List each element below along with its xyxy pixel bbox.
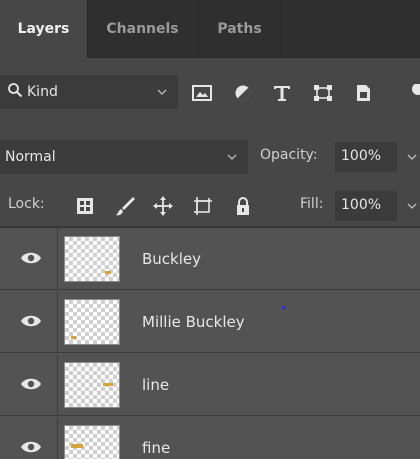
layer-filter-row: Kind [0, 58, 420, 128]
layer-row[interactable]: fine [0, 417, 420, 459]
row-divider [57, 291, 58, 353]
visibility-eye-icon[interactable] [20, 439, 42, 455]
image-filter-icon[interactable] [191, 84, 213, 102]
layer-row[interactable]: Millie Buckley [0, 291, 420, 353]
fill-input[interactable]: 100% [335, 191, 397, 221]
layer-thumbnail [64, 362, 120, 408]
layer-name[interactable]: fine [142, 417, 170, 459]
lock-transparent-pixels-icon[interactable] [74, 195, 96, 217]
visibility-eye-icon[interactable] [20, 250, 42, 266]
layer-row[interactable]: Buckley [0, 228, 420, 290]
row-divider [57, 354, 58, 416]
visibility-eye-icon[interactable] [20, 313, 42, 329]
panel-tab-bar: Layers Channels Paths [0, 0, 420, 58]
thumbnail-content [71, 444, 83, 448]
chevron-down-icon [157, 89, 167, 95]
visibility-eye-icon[interactable] [20, 376, 42, 392]
filter-kind-label: Kind [27, 84, 58, 100]
fill-label: Fill: [300, 196, 324, 212]
lock-position-icon[interactable] [152, 195, 174, 217]
tab-channels[interactable]: Channels [88, 0, 198, 58]
thumbnail-content [71, 336, 76, 339]
lock-row: Lock: Fill: 100% [0, 186, 420, 226]
search-icon [8, 83, 23, 98]
opacity-dropdown-icon[interactable] [404, 142, 420, 172]
blend-mode-value: Normal [5, 149, 56, 165]
blend-mode-select[interactable]: Normal [0, 140, 248, 174]
lock-all-icon[interactable] [232, 195, 254, 217]
layer-thumbnail [64, 236, 120, 282]
shape-filter-icon[interactable] [312, 84, 334, 102]
layer-name[interactable]: Millie Buckley [142, 291, 245, 353]
adjustment-filter-icon[interactable] [232, 84, 254, 102]
blend-row: Normal Opacity: 100% [0, 128, 420, 186]
layer-thumbnail [64, 299, 120, 345]
layers-panel: Layers Channels Paths Kind Normal Opacit… [0, 0, 420, 459]
type-filter-icon[interactable] [271, 84, 293, 102]
filter-kind-select[interactable]: Kind [0, 75, 178, 109]
layer-name[interactable]: line [142, 354, 169, 416]
layer-name[interactable]: Buckley [142, 228, 201, 290]
tab-paths[interactable]: Paths [198, 0, 282, 58]
smart-object-filter-icon[interactable] [352, 84, 374, 102]
lock-artboard-icon[interactable] [192, 195, 214, 217]
row-divider [57, 228, 58, 290]
layer-row[interactable]: line [0, 354, 420, 416]
opacity-label: Opacity: [260, 147, 318, 163]
lock-label: Lock: [8, 196, 45, 212]
lock-image-pixels-icon[interactable] [114, 195, 136, 217]
fill-dropdown-icon[interactable] [404, 191, 420, 221]
thumbnail-content [103, 383, 113, 386]
row-divider [57, 417, 58, 459]
chevron-down-icon [227, 154, 237, 160]
opacity-input[interactable]: 100% [335, 142, 397, 172]
thumbnail-content [105, 271, 111, 274]
stray-pixel [282, 306, 285, 309]
filter-toggle-icon[interactable] [406, 84, 420, 102]
tab-layers[interactable]: Layers [0, 0, 88, 58]
layer-thumbnail [64, 425, 120, 459]
